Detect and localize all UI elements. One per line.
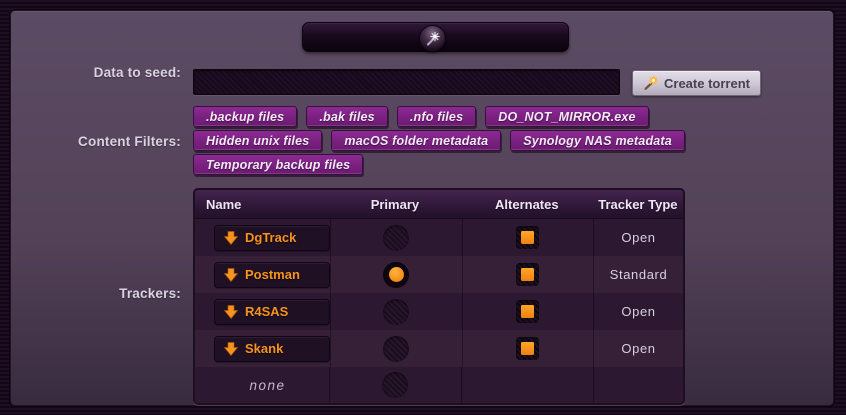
alternates-checkbox[interactable] <box>516 337 539 360</box>
filter-chip[interactable]: .bak files <box>306 106 388 127</box>
tracker-row: Postman Standard <box>195 256 683 293</box>
download-arrow-icon <box>224 268 238 282</box>
tracker-row: none <box>195 367 683 403</box>
tracker-row: R4SAS Open <box>195 293 683 330</box>
primary-radio[interactable] <box>383 225 409 251</box>
alternates-checkbox[interactable] <box>516 226 539 249</box>
filter-chip[interactable]: .nfo files <box>397 106 476 127</box>
trackers-table-body: DgTrackOpenPostmanStandardR4SASOpenSkank… <box>195 219 683 403</box>
app-window: Data to seed: Create torrent Content Fil… <box>0 0 846 415</box>
filter-chip[interactable]: macOS folder metadata <box>331 130 501 151</box>
tracker-name-label: R4SAS <box>245 304 288 319</box>
primary-radio[interactable] <box>383 336 409 362</box>
filter-chip[interactable]: .backup files <box>193 106 297 127</box>
content-filters-label: Content Filters: <box>11 134 181 149</box>
filter-chip[interactable]: Temporary backup files <box>193 154 363 175</box>
tracker-type-value: Open <box>621 341 655 356</box>
tracker-type-value: Open <box>621 230 655 245</box>
primary-radio[interactable] <box>383 262 409 288</box>
alternates-checkbox[interactable] <box>516 300 539 323</box>
alternates-checkbox[interactable] <box>516 263 539 286</box>
tracker-name-label: Postman <box>245 267 300 282</box>
data-to-seed-label: Data to seed: <box>11 65 181 80</box>
tracker-row: DgTrack Open <box>195 219 683 256</box>
create-torrent-label: Create torrent <box>664 76 750 91</box>
magic-wand-icon <box>425 31 440 46</box>
tracker-name-label: DgTrack <box>245 230 296 245</box>
tracker-name-button[interactable]: DgTrack <box>214 225 330 251</box>
tracker-name-button[interactable]: Skank <box>214 336 330 362</box>
trackers-label: Trackers: <box>11 286 181 301</box>
download-arrow-icon <box>224 231 238 245</box>
filter-chip[interactable]: Synology NAS metadata <box>510 130 685 151</box>
filter-chip-row: Hidden unix files macOS folder metadata Sy… <box>193 130 733 151</box>
column-header-name: Name <box>195 197 329 212</box>
tracker-none-label: none <box>206 378 329 393</box>
column-header-primary: Primary <box>329 197 461 212</box>
main-panel: Data to seed: Create torrent Content Fil… <box>10 10 834 406</box>
tracker-name-button[interactable]: R4SAS <box>214 299 330 325</box>
column-header-tracker-type: Tracker Type <box>593 197 683 212</box>
window-header-bar <box>302 22 569 52</box>
content-filters-group: .backup files .bak files .nfo files DO_NOT_… <box>193 106 733 178</box>
filter-chip[interactable]: Hidden unix files <box>193 130 322 151</box>
tracker-type-value: Open <box>621 304 655 319</box>
tracker-type-value: Standard <box>610 267 668 282</box>
filter-chip-row: .backup files .bak files .nfo files DO_NOT_… <box>193 106 733 127</box>
trackers-table-header: Name Primary Alternates Tracker Type <box>195 190 683 219</box>
data-to-seed-input[interactable] <box>193 69 620 95</box>
magic-wand-icon <box>643 75 659 91</box>
primary-radio[interactable] <box>382 372 408 398</box>
tracker-name-label: Skank <box>245 341 283 356</box>
tracker-row: Skank Open <box>195 330 683 367</box>
create-torrent-button[interactable]: Create torrent <box>632 70 761 96</box>
filter-chip-row: Temporary backup files <box>193 154 733 175</box>
download-arrow-icon <box>224 305 238 319</box>
trackers-table: Name Primary Alternates Tracker Type DgT… <box>193 188 685 405</box>
filter-chip[interactable]: DO_NOT_MIRROR.exe <box>485 106 648 127</box>
magic-wand-knob[interactable] <box>419 25 446 52</box>
download-arrow-icon <box>224 342 238 356</box>
column-header-alternates: Alternates <box>461 197 593 212</box>
primary-radio[interactable] <box>383 299 409 325</box>
tracker-name-button[interactable]: Postman <box>214 262 330 288</box>
